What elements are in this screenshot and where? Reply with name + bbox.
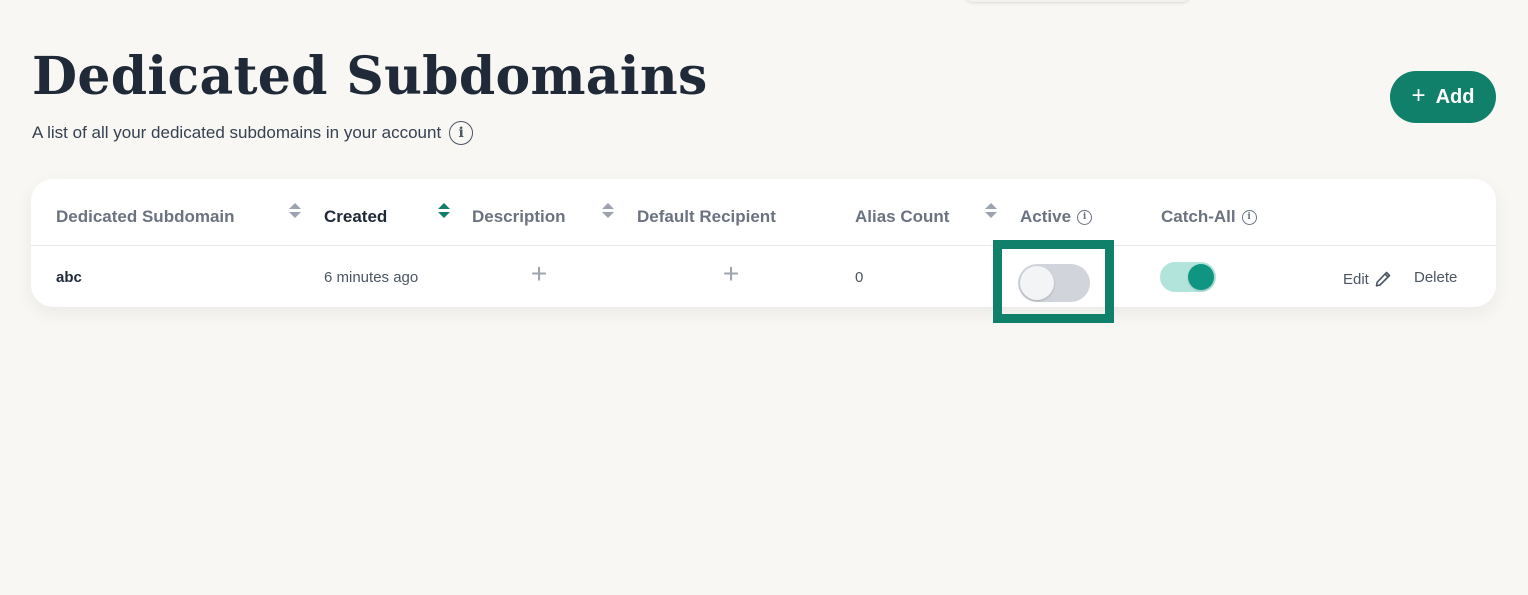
page-title: Dedicated Subdomains bbox=[32, 46, 708, 107]
add-button[interactable]: + Add bbox=[1390, 71, 1496, 123]
subdomain-cell: abc bbox=[56, 269, 82, 286]
page: Dedicated Subdomains A list of all your … bbox=[0, 0, 1528, 595]
subdomains-table: Dedicated Subdomain Created Description … bbox=[31, 179, 1496, 307]
column-header-alias-count[interactable]: Alias Count bbox=[855, 207, 949, 227]
add-button-label: Add bbox=[1435, 85, 1475, 108]
column-header-default-recipient: Default Recipient bbox=[637, 207, 776, 226]
edit-label: Edit bbox=[1343, 270, 1369, 288]
catch-all-toggle[interactable] bbox=[1160, 262, 1216, 292]
column-header-created[interactable]: Created bbox=[324, 207, 387, 227]
created-cell: 6 minutes ago bbox=[324, 269, 419, 286]
sort-arrows-icon[interactable] bbox=[602, 203, 614, 219]
column-header-active: Active i bbox=[1020, 207, 1093, 227]
add-description-icon[interactable]: + bbox=[527, 260, 551, 288]
sort-arrows-icon[interactable] bbox=[438, 203, 450, 219]
delete-button[interactable]: Delete bbox=[1414, 269, 1457, 286]
subtitle-text: A list of all your dedicated subdomains … bbox=[32, 123, 442, 142]
pencil-icon bbox=[1375, 271, 1391, 287]
column-header-catch-all-label: Catch-All bbox=[1161, 207, 1236, 226]
top-popover-edge bbox=[965, 0, 1190, 2]
plus-icon: + bbox=[1411, 82, 1426, 109]
toggle-knob bbox=[1188, 264, 1214, 290]
add-recipient-icon[interactable]: + bbox=[719, 260, 743, 288]
info-icon[interactable]: i bbox=[1077, 209, 1093, 225]
column-header-description[interactable]: Description bbox=[472, 207, 566, 227]
toggle-knob bbox=[1020, 266, 1054, 300]
sort-arrows-icon[interactable] bbox=[985, 203, 997, 219]
page-subtitle: A list of all your dedicated subdomains … bbox=[32, 121, 474, 145]
edit-button[interactable]: Edit bbox=[1343, 269, 1393, 289]
delete-label: Delete bbox=[1414, 269, 1458, 286]
alias-count-cell: 0 bbox=[855, 269, 864, 286]
column-header-subdomain[interactable]: Dedicated Subdomain bbox=[56, 207, 235, 227]
sort-arrows-icon[interactable] bbox=[289, 203, 301, 219]
info-icon[interactable]: i bbox=[1241, 209, 1257, 225]
column-header-catch-all: Catch-All i bbox=[1161, 207, 1257, 227]
info-icon[interactable]: i bbox=[449, 121, 474, 145]
table-header: Dedicated Subdomain Created Description … bbox=[31, 179, 1496, 246]
active-toggle[interactable] bbox=[1018, 264, 1090, 302]
column-header-active-label: Active bbox=[1020, 207, 1072, 226]
